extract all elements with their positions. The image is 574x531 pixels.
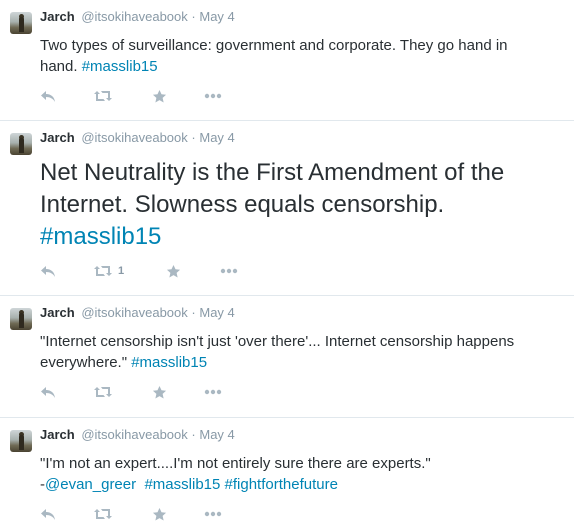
retweet-icon[interactable] <box>94 504 112 524</box>
hashtag-link[interactable]: #masslib15 <box>82 58 158 75</box>
user-handle[interactable]: @itsokihaveabook <box>81 427 187 442</box>
user-name[interactable]: Jarch <box>40 9 75 24</box>
favorite-icon[interactable] <box>152 86 167 106</box>
separator: · <box>191 130 196 145</box>
reply-icon[interactable] <box>40 504 56 524</box>
retweet-count: 1 <box>118 265 125 277</box>
avatar[interactable] <box>10 133 32 155</box>
tweet-text-fragment: hand. <box>40 58 82 75</box>
user-name[interactable]: Jarch <box>40 305 75 320</box>
hashtag-link[interactable]: #fightforthefuture <box>225 476 338 493</box>
hashtag-link[interactable]: #masslib15 <box>144 476 220 493</box>
tweet-text-line: "I'm not an expert....I'm not entirely s… <box>40 455 431 472</box>
favorite-icon[interactable] <box>152 504 167 524</box>
separator: · <box>191 9 196 24</box>
timestamp[interactable]: May 4 <box>199 305 234 320</box>
tweet-text: "I'm not an expert....I'm not entirely s… <box>40 453 560 495</box>
tweet-header: Jarch @itsokihaveabook · May 4 <box>40 305 235 320</box>
retweet-button[interactable]: 1 <box>94 261 124 281</box>
retweet-icon <box>94 266 112 276</box>
tweet[interactable]: Jarch @itsokihaveabook · May 4 "I'm not … <box>0 418 574 531</box>
tweet-text-fragment: everywhere." <box>40 354 132 371</box>
retweet-icon[interactable] <box>94 382 112 402</box>
reply-icon[interactable] <box>40 86 56 106</box>
tweet-text: Net Neutrality is the First Amendment of… <box>40 157 570 253</box>
user-handle[interactable]: @itsokihaveabook <box>81 305 187 320</box>
retweet-icon[interactable] <box>94 86 112 106</box>
more-icon[interactable] <box>204 504 222 524</box>
more-icon[interactable] <box>204 86 222 106</box>
tweet-text-line: Net Neutrality is the First Amendment of… <box>40 159 505 186</box>
tweet-header: Jarch @itsokihaveabook · May 4 <box>40 130 235 145</box>
reply-icon[interactable] <box>40 382 56 402</box>
avatar[interactable] <box>10 308 32 330</box>
tweet-header: Jarch @itsokihaveabook · May 4 <box>40 427 235 442</box>
tweet-text-line: Internet. Slowness equals censorship. <box>40 191 445 218</box>
user-handle[interactable]: @itsokihaveabook <box>81 130 187 145</box>
hashtag-link[interactable]: #masslib15 <box>40 221 570 253</box>
timestamp[interactable]: May 4 <box>199 130 234 145</box>
tweet-header: Jarch @itsokihaveabook · May 4 <box>40 9 235 24</box>
user-name[interactable]: Jarch <box>40 427 75 442</box>
timestamp[interactable]: May 4 <box>199 427 234 442</box>
tweet-text-line: -@evan_greer #masslib15 #fightforthefutu… <box>40 474 560 495</box>
user-handle[interactable]: @itsokihaveabook <box>81 9 187 24</box>
tweet[interactable]: Jarch @itsokihaveabook · May 4 Two types… <box>0 0 574 121</box>
reply-icon[interactable] <box>40 261 56 281</box>
user-name[interactable]: Jarch <box>40 130 75 145</box>
tweet[interactable]: Jarch @itsokihaveabook · May 4 "Internet… <box>0 296 574 418</box>
more-icon[interactable] <box>220 261 238 281</box>
separator: · <box>191 427 196 442</box>
tweet-text: "Internet censorship isn't just 'over th… <box>40 331 560 373</box>
separator: · <box>191 305 196 320</box>
favorite-icon[interactable] <box>166 261 181 281</box>
favorite-icon[interactable] <box>152 382 167 402</box>
tweet[interactable]: Jarch @itsokihaveabook · May 4 Net Neutr… <box>0 121 574 296</box>
more-icon[interactable] <box>204 382 222 402</box>
avatar[interactable] <box>10 430 32 452</box>
hashtag-link[interactable]: #masslib15 <box>131 354 207 371</box>
mention-link[interactable]: @evan_greer <box>45 476 136 493</box>
tweet-text: Two types of surveillance: government an… <box>40 35 560 77</box>
tweet-text-line: hand. #masslib15 <box>40 56 560 77</box>
tweet-text-line: everywhere." #masslib15 <box>40 352 560 373</box>
timestamp[interactable]: May 4 <box>199 9 234 24</box>
avatar[interactable] <box>10 12 32 34</box>
tweet-text-line: Two types of surveillance: government an… <box>40 37 508 54</box>
tweet-text-line: "Internet censorship isn't just 'over th… <box>40 333 515 350</box>
